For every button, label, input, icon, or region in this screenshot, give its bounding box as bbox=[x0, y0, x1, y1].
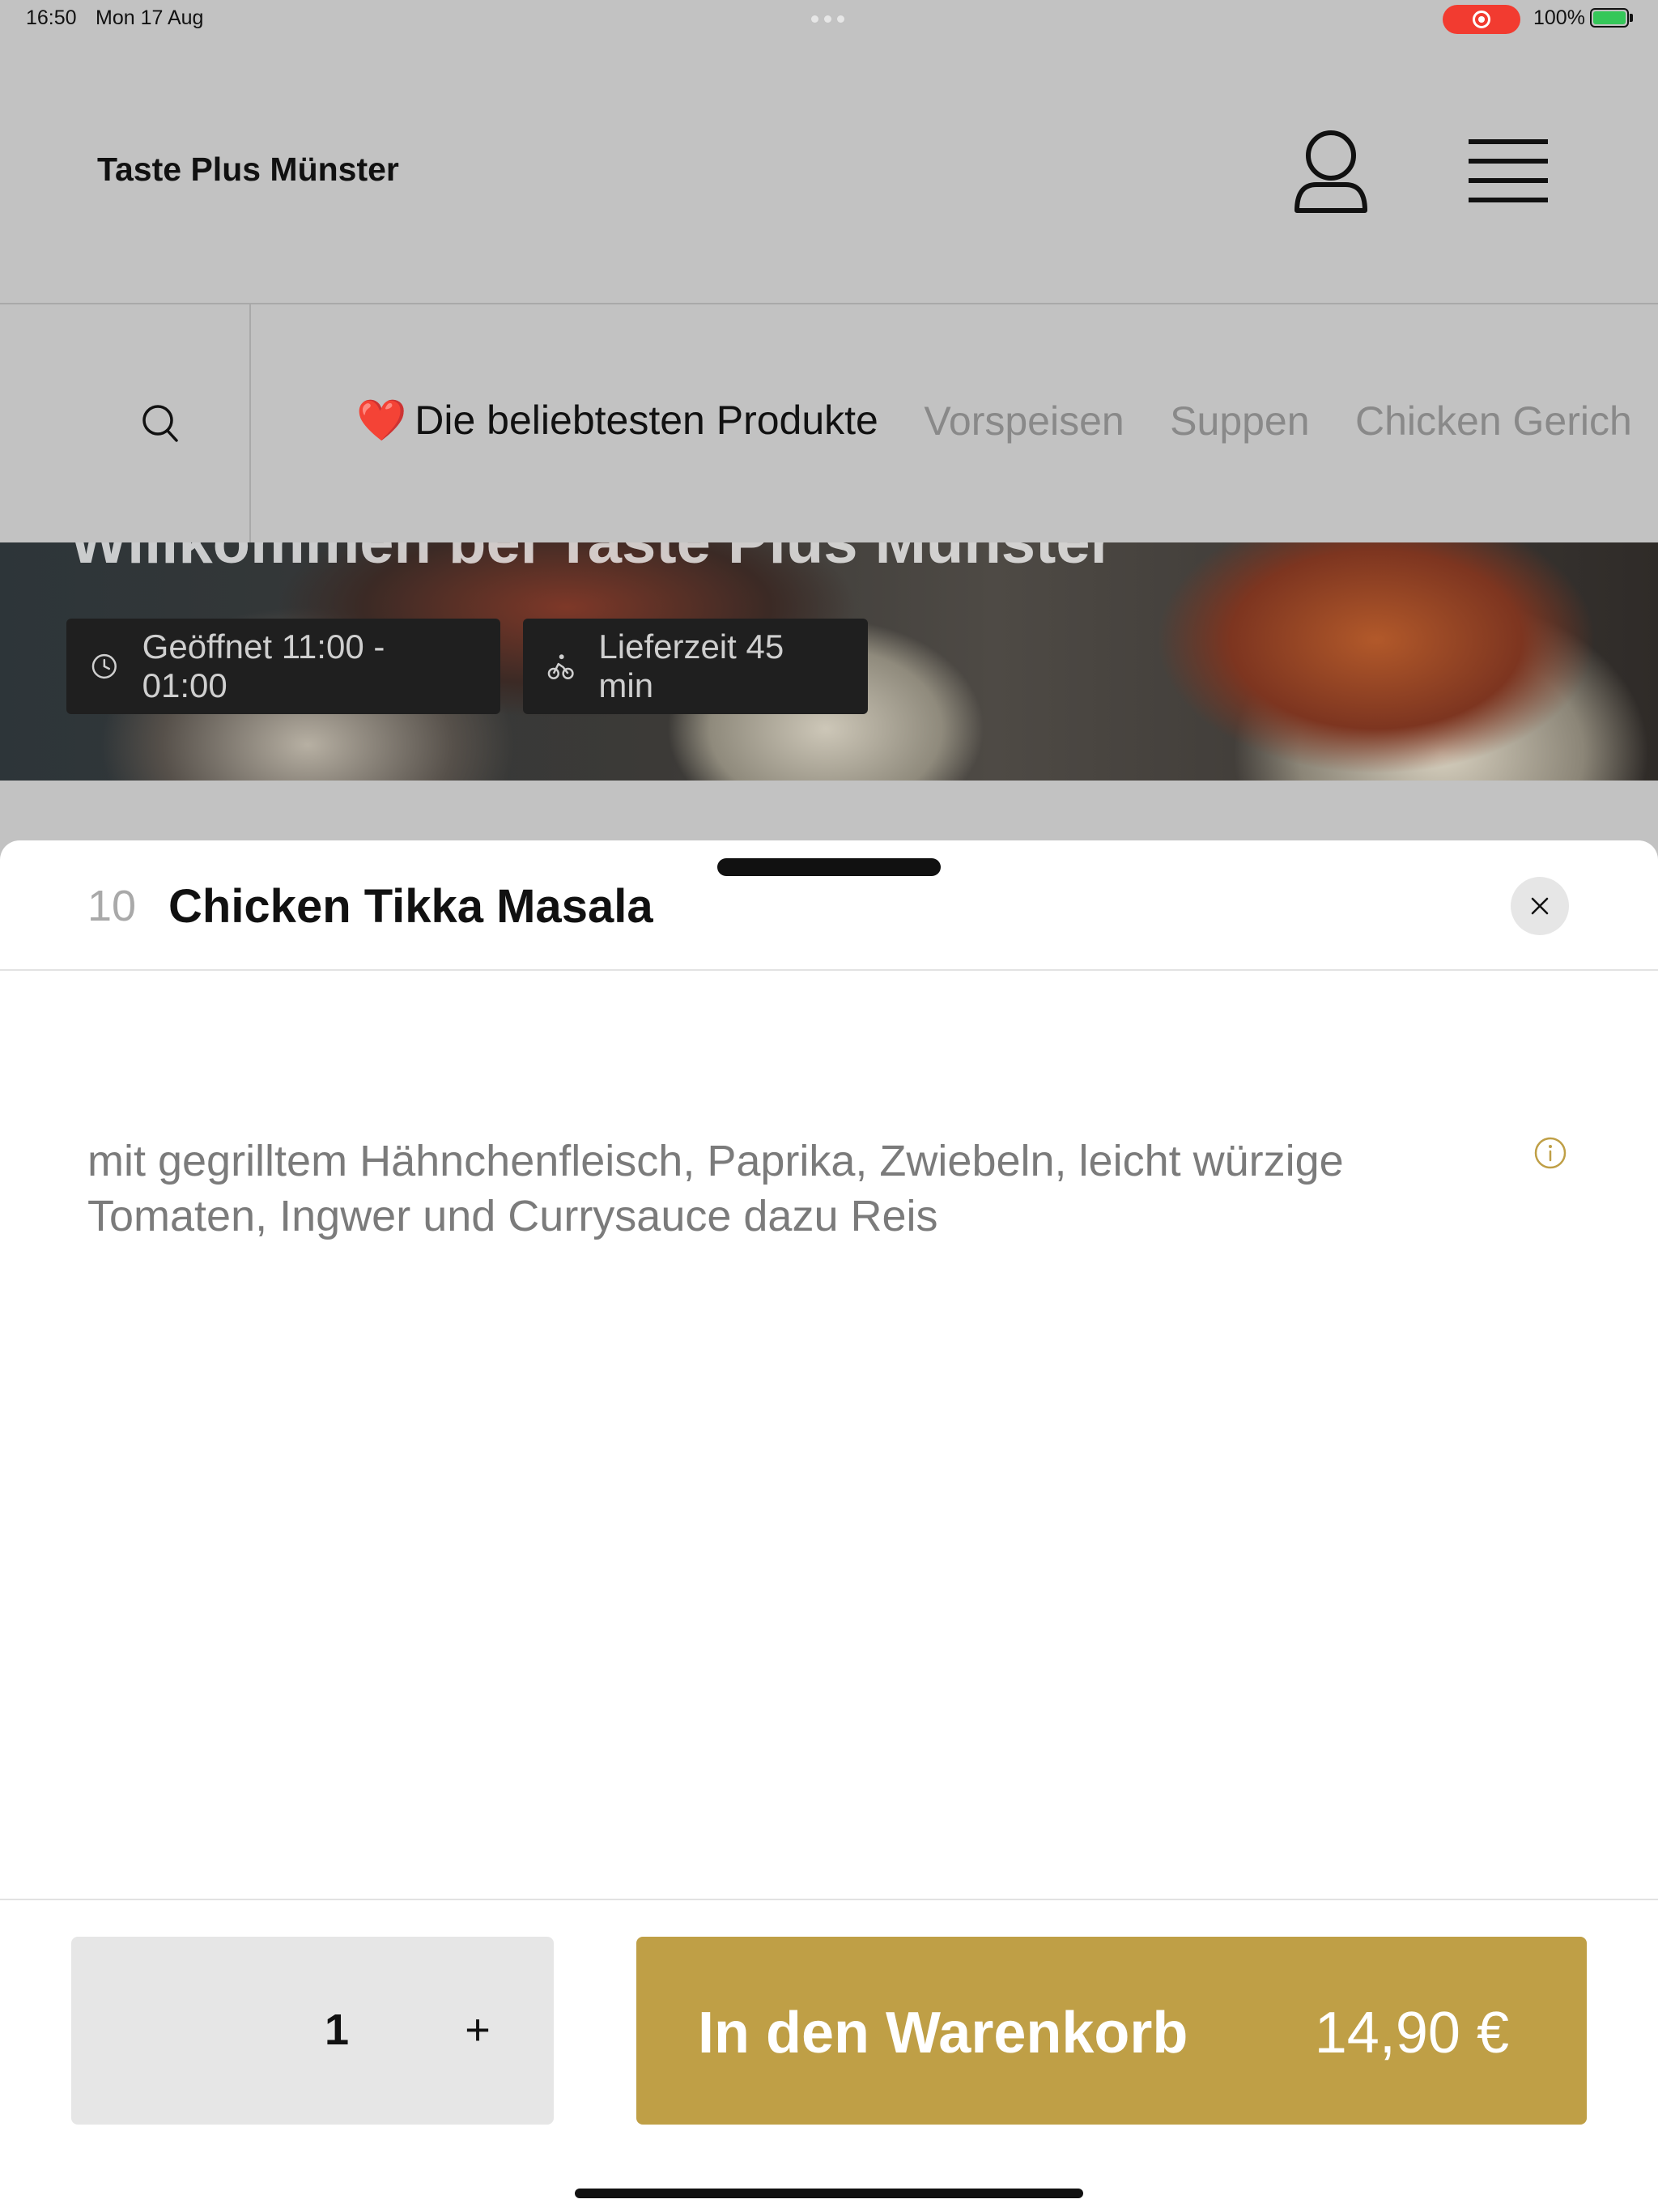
category-tab-suppen[interactable]: Suppen bbox=[1170, 398, 1309, 445]
status-bar: 16:50 Mon 17 Aug 100% bbox=[0, 0, 1658, 39]
search-button[interactable] bbox=[0, 304, 251, 542]
category-tab-popular[interactable]: ❤️ Die beliebtesten Produkte bbox=[356, 397, 878, 445]
home-indicator[interactable] bbox=[575, 2189, 1083, 2198]
multitasking-dots-icon[interactable] bbox=[811, 15, 844, 23]
battery-percentage: 100% bbox=[1533, 6, 1585, 29]
restaurant-brand[interactable]: Taste Plus Münster bbox=[97, 151, 399, 189]
hamburger-menu-icon bbox=[1469, 139, 1548, 202]
quantity-value: 1 bbox=[324, 2006, 350, 2054]
quantity-stepper: 1 + bbox=[71, 1937, 554, 2125]
menu-button[interactable] bbox=[1465, 136, 1554, 209]
close-button[interactable] bbox=[1511, 877, 1569, 935]
quantity-increase-button[interactable]: + bbox=[445, 2001, 510, 2058]
screen-recording-icon[interactable] bbox=[1443, 5, 1520, 34]
category-tab-vorspeisen[interactable]: Vorspeisen bbox=[924, 398, 1124, 445]
search-icon bbox=[142, 405, 178, 442]
account-button[interactable] bbox=[1292, 126, 1370, 217]
delivery-time-badge: Lieferzeit 45 min bbox=[523, 619, 868, 714]
product-title: Chicken Tikka Masala bbox=[168, 880, 653, 933]
category-tab-chicken[interactable]: Chicken Gerich bbox=[1355, 398, 1632, 445]
footer-divider bbox=[0, 1899, 1658, 1900]
battery-tip bbox=[1630, 14, 1633, 22]
product-number: 10 bbox=[87, 882, 137, 930]
category-tab-label: Die beliebtesten Produkte bbox=[414, 398, 878, 443]
sheet-grabber[interactable] bbox=[717, 858, 941, 876]
delivery-time-text: Lieferzeit 45 min bbox=[598, 627, 784, 704]
product-description: mit gegrilltem Hähnchenfleisch, Paprika,… bbox=[87, 1137, 1344, 1240]
add-to-cart-button[interactable]: In den Warenkorb 14,90 € bbox=[636, 1937, 1587, 2125]
close-icon bbox=[1531, 897, 1549, 915]
add-to-cart-label: In den Warenkorb bbox=[698, 2001, 1188, 2065]
product-price: 14,90 € bbox=[1314, 2001, 1509, 2065]
info-icon[interactable] bbox=[1533, 1135, 1568, 1171]
category-nav: ❤️ Die beliebtesten Produkte Vorspeisen S… bbox=[356, 397, 1658, 445]
person-outline-icon bbox=[1295, 130, 1367, 213]
delivery-bike-icon bbox=[547, 654, 574, 679]
battery-icon bbox=[1590, 8, 1629, 28]
product-detail-sheet: 10 Chicken Tikka Masala mit gegrilltem H… bbox=[0, 840, 1658, 2212]
status-time: 16:50 bbox=[26, 6, 77, 29]
heart-icon: ❤️ bbox=[356, 398, 407, 443]
hero-title: Willkommen bei Taste Plus Münster bbox=[70, 542, 1114, 577]
hero-banner: Willkommen bei Taste Plus Münster Geöffn… bbox=[0, 542, 1658, 781]
opening-hours-text: Geöffnet 11:00 - 01:00 bbox=[142, 627, 385, 704]
status-date: Mon 17 Aug bbox=[96, 6, 204, 29]
clock-icon bbox=[91, 653, 117, 679]
opening-hours-badge: Geöffnet 11:00 - 01:00 bbox=[66, 619, 500, 714]
sheet-divider bbox=[0, 969, 1658, 971]
